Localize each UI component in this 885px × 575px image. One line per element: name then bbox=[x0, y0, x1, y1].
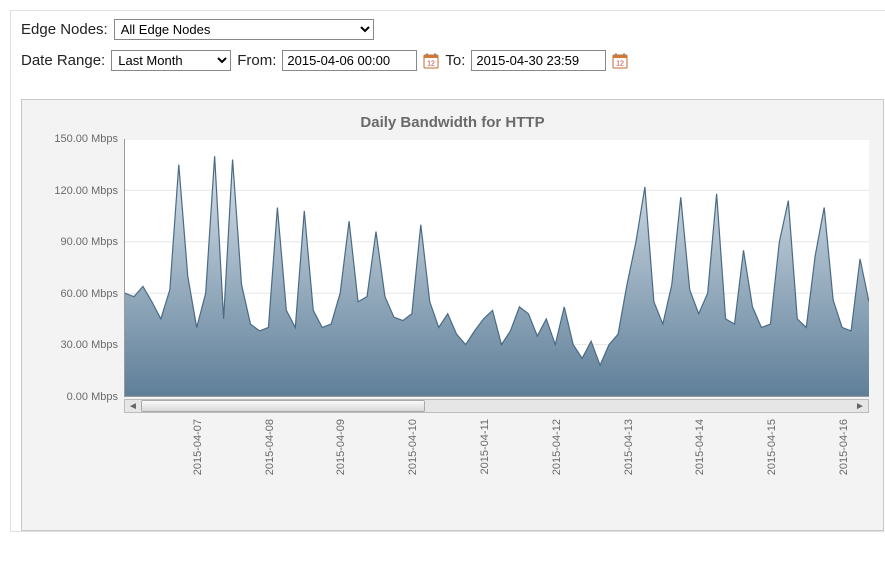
edge-nodes-select[interactable]: All Edge Nodes bbox=[114, 19, 374, 40]
x-tick-label: 2015-04-10 bbox=[407, 419, 419, 475]
x-tick-label: 2015-04-16 bbox=[838, 419, 850, 475]
x-tick-label: 2015-04-11 bbox=[479, 419, 491, 474]
bandwidth-chart: Daily Bandwidth for HTTP 0.00 Mbps 30.00 … bbox=[21, 99, 884, 531]
svg-text:12: 12 bbox=[428, 60, 436, 67]
y-tick-label: 90.00 Mbps bbox=[61, 236, 118, 248]
x-tick-label: 2015-04-15 bbox=[766, 419, 778, 475]
y-axis: 0.00 Mbps30.00 Mbps60.00 Mbps90.00 Mbps1… bbox=[36, 139, 124, 397]
x-tick-label: 2015-04-07 bbox=[192, 419, 204, 475]
x-axis: 2015-04-07 2015-04-08 2015-04-09 2015-04-10… bbox=[124, 413, 869, 523]
date-range-row: Date Range: Last Month From: 12 To: 12 bbox=[21, 50, 884, 71]
y-tick-label: 150.00 Mbps bbox=[54, 133, 118, 145]
scroll-track[interactable] bbox=[141, 400, 852, 412]
date-range-label: Date Range: bbox=[21, 52, 105, 69]
x-tick-label: 2015-04-08 bbox=[264, 419, 276, 475]
x-tick-label: 2015-04-12 bbox=[551, 419, 563, 475]
scroll-thumb[interactable] bbox=[141, 400, 425, 412]
calendar-icon[interactable]: 12 bbox=[423, 53, 439, 69]
x-tick-label: 2015-04-13 bbox=[623, 419, 635, 475]
edge-nodes-row: Edge Nodes: All Edge Nodes bbox=[21, 19, 884, 40]
from-label: From: bbox=[237, 52, 276, 69]
plot-area bbox=[124, 139, 869, 397]
y-tick-label: 120.00 Mbps bbox=[54, 185, 118, 197]
date-range-select[interactable]: Last Month bbox=[111, 50, 231, 71]
scroll-left-arrow[interactable]: ◄ bbox=[125, 400, 141, 412]
calendar-icon[interactable]: 12 bbox=[612, 53, 628, 69]
y-tick-label: 60.00 Mbps bbox=[61, 288, 118, 300]
chart-grid: 0.00 Mbps 30.00 Mbps 60.00 Mbps 90.00 Mbps 1… bbox=[36, 139, 869, 523]
x-tick-label: 2015-04-09 bbox=[335, 419, 347, 475]
from-input[interactable] bbox=[282, 50, 417, 71]
area-series bbox=[125, 139, 869, 396]
bandwidth-panel: Edge Nodes: All Edge Nodes Date Range: L… bbox=[10, 10, 885, 532]
edge-nodes-label: Edge Nodes: bbox=[21, 21, 108, 38]
y-tick-label: 30.00 Mbps bbox=[61, 339, 118, 351]
horizontal-scrollbar[interactable]: ◄ ► bbox=[124, 399, 869, 413]
to-label: To: bbox=[445, 52, 465, 69]
y-tick-label: 0.00 Mbps bbox=[67, 391, 118, 403]
x-tick-label: 2015-04-14 bbox=[694, 419, 706, 475]
chart-title: Daily Bandwidth for HTTP bbox=[36, 114, 869, 131]
scroll-right-arrow[interactable]: ► bbox=[852, 400, 868, 412]
to-input[interactable] bbox=[471, 50, 606, 71]
svg-text:12: 12 bbox=[617, 60, 625, 67]
